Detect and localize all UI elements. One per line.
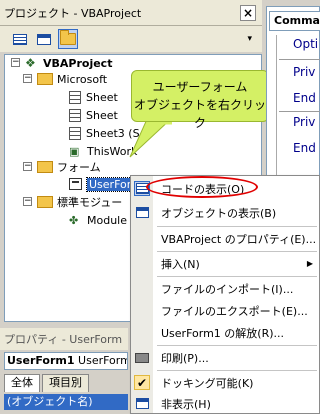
menu-item-remove-userform[interactable]: UserForm1 の解放(R)... bbox=[131, 322, 319, 343]
module-icon: ✤ bbox=[69, 213, 79, 227]
object-combo[interactable]: UserForm1 UserForm bbox=[4, 352, 128, 370]
code-line: Opti bbox=[293, 37, 319, 51]
menu-item-insert[interactable]: 挿入(N) ▶ bbox=[131, 253, 319, 274]
callout-line-2: オブジェクトを右クリック bbox=[133, 98, 266, 130]
properties-tabs: 全体 項目別 bbox=[4, 374, 89, 392]
collapse-toggle[interactable]: − bbox=[23, 197, 32, 206]
submenu-arrow-icon: ▶ bbox=[306, 259, 313, 268]
code-line: End bbox=[293, 141, 316, 155]
folder-icon bbox=[37, 196, 53, 208]
procedure-separator bbox=[279, 59, 320, 60]
menu-item-label: ファイルのインポート(I)... bbox=[161, 282, 294, 296]
object-view-icon bbox=[37, 33, 51, 45]
tree-node-sheet[interactable]: Sheet bbox=[69, 89, 118, 105]
vba-project-icon: ❖ bbox=[25, 55, 36, 70]
menu-item-print[interactable]: 印刷(P)... bbox=[131, 347, 319, 368]
folder-icon bbox=[37, 161, 53, 173]
menu-item-label: 印刷(P)... bbox=[161, 351, 209, 365]
sheet-icon bbox=[69, 126, 81, 140]
menu-item-label: ファイルのエクスポート(E)... bbox=[161, 304, 308, 318]
menu-separator bbox=[157, 226, 317, 227]
menu-separator bbox=[157, 276, 317, 277]
callout-annotation: ユーザーフォーム オブジェクトを右クリック bbox=[131, 70, 269, 130]
menu-item-label: オブジェクトの表示(B) bbox=[161, 206, 277, 220]
tree-node-label: フォーム bbox=[57, 161, 101, 174]
project-explorer-title: プロジェクト - VBAProject bbox=[4, 6, 142, 20]
tree-node-sheet[interactable]: Sheet bbox=[69, 107, 118, 123]
object-combo-type: UserForm bbox=[78, 354, 128, 367]
tab-alphabetic[interactable]: 全体 bbox=[4, 374, 40, 392]
highlight-oval bbox=[146, 176, 258, 198]
tree-node-modules[interactable]: 標準モジュー bbox=[37, 194, 122, 210]
print-icon bbox=[134, 350, 150, 365]
tree-node-microsoft[interactable]: Microsoft bbox=[37, 71, 107, 87]
menu-item-hide[interactable]: 非表示(H) bbox=[131, 393, 319, 414]
code-line: Priv bbox=[293, 65, 316, 79]
collapse-toggle[interactable]: − bbox=[11, 58, 20, 67]
menu-item-export-file[interactable]: ファイルのエクスポート(E)... bbox=[131, 300, 319, 321]
userform-icon bbox=[69, 178, 82, 190]
folder-icon bbox=[60, 30, 76, 45]
tree-node-label: Sheet bbox=[86, 90, 118, 104]
collapse-toggle[interactable]: − bbox=[23, 74, 32, 83]
context-menu: コードの表示(O) オブジェクトの表示(B) VBAProject のプロパティ… bbox=[130, 175, 320, 414]
tree-node-module[interactable]: ✤ Module bbox=[69, 212, 127, 228]
code-line: Priv bbox=[293, 115, 316, 129]
tree-node-label: VBAProject bbox=[43, 56, 113, 70]
close-icon[interactable]: × bbox=[240, 4, 256, 21]
tab-categorized[interactable]: 項目別 bbox=[42, 374, 89, 392]
toggle-folders-button[interactable] bbox=[58, 29, 78, 49]
menu-separator bbox=[157, 345, 317, 346]
property-row-name[interactable]: (オブジェクト名) bbox=[4, 394, 128, 410]
tree-node-label: Sheet bbox=[86, 108, 118, 122]
view-code-button[interactable] bbox=[10, 29, 30, 49]
callout-line-1: ユーザーフォーム bbox=[152, 80, 248, 94]
menu-item-label: ドッキング可能(K) bbox=[161, 376, 254, 390]
workbook-icon: ▣ bbox=[69, 144, 80, 158]
object-icon bbox=[134, 205, 150, 220]
menu-item-label: VBAProject のプロパティ(E)... bbox=[161, 232, 317, 246]
menu-item-label: UserForm1 の解放(R)... bbox=[161, 326, 284, 340]
object-combo-name: UserForm1 bbox=[7, 354, 75, 367]
project-explorer-title-bar: プロジェクト - VBAProject × bbox=[0, 0, 262, 26]
sheet-icon bbox=[69, 108, 81, 122]
menu-item-import-file[interactable]: ファイルのインポート(I)... bbox=[131, 278, 319, 299]
hide-icon bbox=[134, 396, 150, 411]
collapse-toggle[interactable]: − bbox=[23, 162, 32, 171]
menu-item-project-properties[interactable]: VBAProject のプロパティ(E)... bbox=[131, 228, 319, 249]
menu-item-label: 挿入(N) bbox=[161, 257, 200, 271]
view-object-button[interactable] bbox=[34, 29, 54, 49]
project-explorer-toolbar: ▾ bbox=[0, 26, 262, 52]
menu-item-dockable[interactable]: ✔ ドッキング可能(K) bbox=[131, 372, 319, 393]
tree-node-forms[interactable]: フォーム bbox=[37, 159, 101, 175]
folder-icon bbox=[37, 73, 53, 85]
procedure-separator bbox=[279, 111, 320, 112]
menu-item-view-object[interactable]: オブジェクトの表示(B) bbox=[131, 202, 319, 223]
sheet-icon bbox=[69, 90, 81, 104]
chevron-down-icon[interactable]: ▾ bbox=[247, 34, 252, 44]
menu-separator bbox=[157, 370, 317, 371]
tree-node-label: 標準モジュー bbox=[57, 196, 123, 209]
code-view-icon bbox=[13, 33, 27, 45]
properties-title: プロパティ - UserForm bbox=[0, 328, 128, 350]
code-line: End bbox=[293, 91, 316, 105]
menu-item-label: 非表示(H) bbox=[161, 397, 211, 411]
tree-node-label: Module bbox=[87, 213, 127, 227]
tree-node-vbaproject[interactable]: ❖ VBAProject bbox=[25, 55, 112, 71]
tree-node-label: Microsoft bbox=[57, 72, 108, 86]
check-icon: ✔ bbox=[134, 375, 150, 390]
menu-separator bbox=[157, 251, 317, 252]
procedure-combo[interactable]: Commar bbox=[269, 11, 320, 31]
